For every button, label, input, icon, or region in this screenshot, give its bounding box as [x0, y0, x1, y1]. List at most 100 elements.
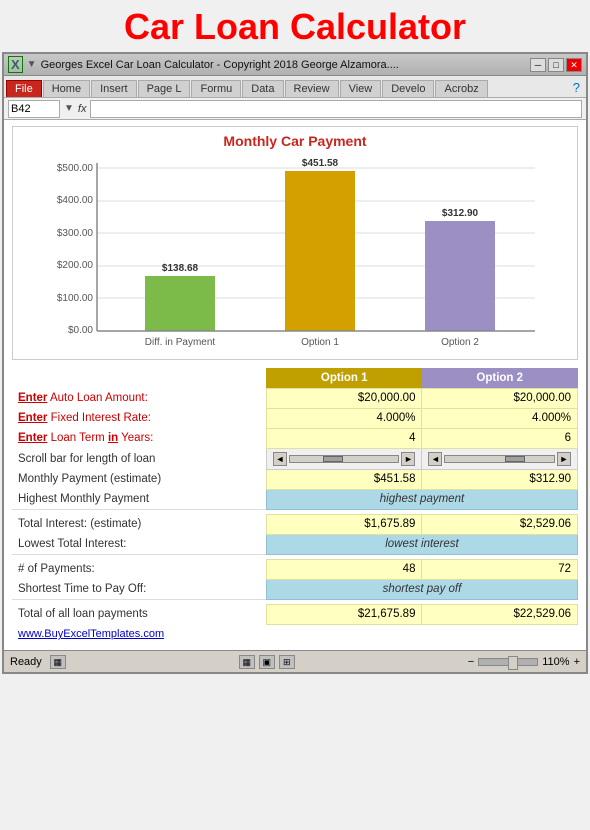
row-total-interest: Total Interest: (estimate) $1,675.89 $2,…	[12, 514, 578, 534]
title-bar-text: Georges Excel Car Loan Calculator - Copy…	[41, 59, 399, 71]
row-shortest-payoff: Shortest Time to Pay Off: shortest pay o…	[12, 579, 578, 599]
chart-title: Monthly Car Payment	[19, 133, 571, 149]
svg-text:Option 2: Option 2	[441, 337, 479, 348]
label-num-payments: # of Payments:	[12, 559, 266, 579]
tab-view[interactable]: View	[340, 80, 382, 97]
tab-file[interactable]: File	[6, 80, 42, 97]
opt1-total-interest: $1,675.89	[266, 514, 422, 534]
close-button[interactable]: ✕	[566, 58, 582, 72]
enter-keyword: Enter	[18, 392, 47, 404]
fx-label: fx	[78, 103, 87, 115]
opt1-auto-loan[interactable]: $20,000.00	[266, 388, 422, 408]
status-left: Ready ▦	[10, 655, 66, 669]
status-right: − 110% +	[468, 656, 580, 668]
opt1-interest-rate[interactable]: 4.000%	[266, 408, 422, 428]
label-interest-rate: Enter Fixed Interest Rate:	[12, 408, 266, 428]
scroll-handle-2[interactable]	[505, 456, 525, 462]
row-auto-loan: Enter Auto Loan Amount: $20,000.00 $20,0…	[12, 388, 578, 408]
zoom-minus-icon[interactable]: −	[468, 656, 474, 668]
title-bar-icon: ▼	[27, 59, 37, 70]
scroll-right-arrow-2[interactable]: ►	[557, 452, 571, 466]
interest-rate-text: Fixed Interest Rate:	[51, 412, 151, 424]
ribbon-tabs: File Home Insert Page L Formu Data Revie…	[4, 76, 586, 97]
scroll-right-arrow-1[interactable]: ►	[401, 452, 415, 466]
years-text: Years:	[121, 432, 153, 444]
row-num-payments: # of Payments: 48 72	[12, 559, 578, 579]
opt2-loan-term[interactable]: 6	[422, 428, 578, 448]
cell-reference-input[interactable]	[8, 100, 60, 118]
chart-svg: $500.00 $400.00 $300.00 $200.00 $100.00 …	[19, 153, 571, 348]
svg-text:$500.00: $500.00	[57, 163, 94, 174]
tab-review[interactable]: Review	[285, 80, 339, 97]
zoom-level: 110%	[542, 656, 569, 668]
svg-text:$300.00: $300.00	[57, 228, 94, 239]
ribbon: File Home Insert Page L Formu Data Revie…	[4, 76, 586, 98]
opt1-loan-term[interactable]: 4	[266, 428, 422, 448]
row-lowest-interest: Lowest Total Interest: lowest interest	[12, 534, 578, 554]
bar-diff	[145, 276, 215, 331]
row-scrollbar: Scroll bar for length of loan ◄ ► ◄	[12, 448, 578, 469]
header-opt2: Option 2	[422, 368, 578, 388]
tab-data[interactable]: Data	[242, 80, 283, 97]
row-link: www.BuyExcelTemplates.com	[12, 624, 578, 644]
excel-icon: X	[8, 56, 23, 73]
svg-text:$138.68: $138.68	[162, 263, 199, 274]
label-total-payments: Total of all loan payments	[12, 604, 266, 624]
scroll-handle-1[interactable]	[323, 456, 343, 462]
formula-input[interactable]	[90, 100, 582, 118]
title-bar: X ▼ Georges Excel Car Loan Calculator - …	[4, 54, 586, 76]
scrollbar-opt2[interactable]: ◄ ►	[422, 448, 578, 469]
zoom-handle[interactable]	[508, 656, 518, 670]
chart-area: Monthly Car Payment $500.00 $400.00 $300…	[12, 126, 578, 360]
row-loan-term: Enter Loan Term in Years: 4 6	[12, 428, 578, 448]
main-area: Monthly Car Payment $500.00 $400.00 $300…	[4, 120, 586, 650]
zoom-slider[interactable]	[478, 658, 538, 666]
dropdown-arrow[interactable]: ▼	[64, 103, 74, 114]
row-highest-payment: Highest Monthly Payment highest payment	[12, 489, 578, 509]
opt2-auto-loan[interactable]: $20,000.00	[422, 388, 578, 408]
layout-normal-icon[interactable]: ▦	[239, 655, 255, 669]
help-icon[interactable]: ?	[569, 78, 584, 97]
opt1-num-payments: 48	[266, 559, 422, 579]
table-header-row: Option 1 Option 2	[12, 368, 578, 388]
scroll-track-1[interactable]	[289, 455, 400, 463]
in-keyword: in	[108, 432, 118, 444]
tab-home[interactable]: Home	[43, 80, 90, 97]
layout-page-icon[interactable]: ▣	[259, 655, 275, 669]
minimize-button[interactable]: ─	[530, 58, 546, 72]
opt2-num-payments: 72	[422, 559, 578, 579]
zoom-plus-icon[interactable]: +	[574, 656, 580, 668]
restore-button[interactable]: □	[548, 58, 564, 72]
header-label-cell	[12, 368, 266, 388]
scroll-left-arrow-1[interactable]: ◄	[273, 452, 287, 466]
scroll-track-2[interactable]	[444, 455, 555, 463]
page-title: Car Loan Calculator	[0, 0, 590, 52]
opt2-total-payments: $22,529.06	[422, 604, 578, 624]
ready-text: Ready	[10, 656, 42, 668]
title-bar-left: X ▼ Georges Excel Car Loan Calculator - …	[8, 56, 399, 73]
svg-text:$400.00: $400.00	[57, 195, 94, 206]
tab-formulas[interactable]: Formu	[191, 80, 241, 97]
data-table: Option 1 Option 2 Enter Auto Loan Amount…	[12, 368, 578, 644]
label-total-interest: Total Interest: (estimate)	[12, 514, 266, 534]
sheet-icon[interactable]: ▦	[50, 655, 66, 669]
tab-developer[interactable]: Develo	[382, 80, 434, 97]
layout-break-icon[interactable]: ⊞	[279, 655, 295, 669]
svg-text:$312.90: $312.90	[442, 208, 479, 219]
tab-insert[interactable]: Insert	[91, 80, 137, 97]
opt2-interest-rate[interactable]: 4.000%	[422, 408, 578, 428]
status-center: ▦ ▣ ⊞	[239, 655, 295, 669]
label-monthly-payment: Monthly Payment (estimate)	[12, 469, 266, 489]
scrollbar-opt1[interactable]: ◄ ►	[266, 448, 422, 469]
svg-text:$100.00: $100.00	[57, 293, 94, 304]
tab-acrobat[interactable]: Acrobz	[435, 80, 487, 97]
buy-excel-link[interactable]: www.BuyExcelTemplates.com	[18, 628, 164, 640]
tab-page-layout[interactable]: Page L	[138, 80, 191, 97]
row-interest-rate: Enter Fixed Interest Rate: 4.000% 4.000%	[12, 408, 578, 428]
svg-text:Option 1: Option 1	[301, 337, 339, 348]
header-opt1: Option 1	[266, 368, 422, 388]
opt2-total-interest: $2,529.06	[422, 514, 578, 534]
opt1-monthly-payment: $451.58	[266, 469, 422, 489]
title-bar-controls: ─ □ ✕	[530, 58, 582, 72]
scroll-left-arrow-2[interactable]: ◄	[428, 452, 442, 466]
